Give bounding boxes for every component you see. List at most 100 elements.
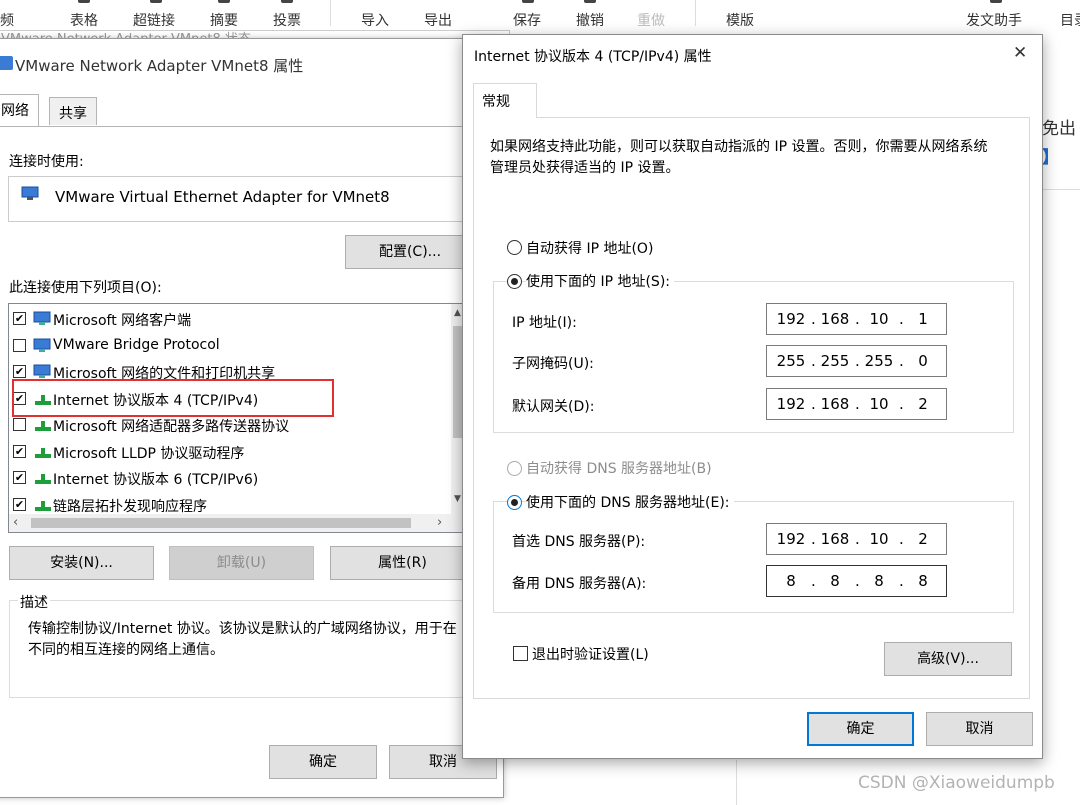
network-client-icon <box>33 338 51 352</box>
table-icon <box>78 0 90 3</box>
network-client-icon <box>33 311 51 325</box>
ip-octet[interactable]: 255 <box>771 346 811 376</box>
toolbar-item-undo[interactable]: 撤销 <box>576 10 604 30</box>
hscrollbar-thumb[interactable] <box>31 518 411 528</box>
tab-sharing[interactable]: 共享 <box>49 97 97 125</box>
ip-octet[interactable]: 255 <box>859 346 899 376</box>
ip-octet[interactable]: 192 <box>771 389 811 419</box>
toolbar-item-template[interactable]: 模版 <box>726 10 754 30</box>
ip-octet[interactable]: 8 <box>859 566 899 596</box>
preferred-dns-label: 首选 DNS 服务器(P): <box>512 534 646 550</box>
configure-button[interactable]: 配置(C)... <box>345 235 475 269</box>
subnet-mask-field[interactable]: 255. 255. 255. 0 <box>766 345 947 377</box>
toolbar-item-summary[interactable]: 摘要 <box>210 10 238 30</box>
ip-octet[interactable]: 1 <box>903 304 943 334</box>
protocol-icon <box>33 417 51 431</box>
ipv4-ok-button[interactable]: 确定 <box>807 712 914 746</box>
list-item[interactable]: ✔ Microsoft LLDP 协议驱动程序 <box>9 439 449 465</box>
toolbar-divider <box>330 0 331 26</box>
ip-octet[interactable]: 8 <box>903 566 943 596</box>
toolbar-item-redo[interactable]: 重做 <box>637 10 665 30</box>
horizontal-scrollbar[interactable]: ‹ › <box>9 514 465 532</box>
ip-address-field[interactable]: 192. 168. 10. 1 <box>766 303 947 335</box>
ip-octet[interactable]: 192 <box>771 304 811 334</box>
ip-octet[interactable]: 168 <box>815 389 855 419</box>
toolbar-item-toc[interactable]: 目录 <box>1060 10 1080 30</box>
ipv4-dialog-title: Internet 协议版本 4 (TCP/IPv4) 属性 <box>474 49 712 65</box>
editor-text-fragment: 免出 <box>1042 119 1076 139</box>
ip-octet[interactable]: 168 <box>815 304 855 334</box>
list-item[interactable]: ✔ Internet 协议版本 6 (TCP/IPv6) <box>9 465 449 491</box>
scroll-down-icon[interactable]: ▼ <box>454 494 461 504</box>
tab-network[interactable]: 网络 <box>0 94 39 126</box>
ip-octet[interactable]: 192 <box>771 524 811 554</box>
description-text: 传输控制协议/Internet 协议。该协议是默认的广域网络协议，用于在不同的相… <box>28 621 457 658</box>
scroll-right-icon[interactable]: › <box>437 515 442 530</box>
install-button[interactable]: 安装(N)... <box>9 546 154 580</box>
ipv4-properties-dialog: Internet 协议版本 4 (TCP/IPv4) 属性 ✕ 常规 如果网络支… <box>462 34 1043 759</box>
toolbar-divider <box>695 0 696 26</box>
toolbar-item-save[interactable]: 保存 <box>513 10 541 30</box>
ip-octet[interactable]: 10 <box>859 524 899 554</box>
item-label: Internet 协议版本 6 (TCP/IPv6) <box>53 472 259 488</box>
validate-checkbox[interactable] <box>513 646 528 661</box>
ip-address-label: IP 地址(I): <box>512 315 577 331</box>
adapter-name: VMware Virtual Ethernet Adapter for VMne… <box>55 188 390 206</box>
highlight-box <box>12 379 334 417</box>
list-item[interactable]: ✔ Microsoft 网络客户端 <box>9 306 449 332</box>
toolbar-item-assistant[interactable]: 发文助手 <box>966 10 1022 30</box>
ip-octet[interactable]: 2 <box>903 389 943 419</box>
ip-octet[interactable]: 2 <box>903 524 943 554</box>
scroll-up-icon[interactable]: ▲ <box>454 308 461 318</box>
protocol-icon <box>33 497 51 511</box>
ip-octet[interactable]: 168 <box>815 524 855 554</box>
assistant-icon <box>990 0 1002 3</box>
item-checkbox[interactable]: ✔ <box>13 365 26 378</box>
toolbar-item-export[interactable]: 导出 <box>424 10 452 30</box>
auto-ip-label: 自动获得 IP 地址(O) <box>526 241 654 257</box>
manual-ip-radio[interactable] <box>507 274 522 289</box>
preferred-dns-field[interactable]: 192. 168. 10. 2 <box>766 523 947 555</box>
top-toolbar: 频 表格 超链接 摘要 投票 导入 导出 保存 撤销 重做 模版 发文助手 目录 <box>0 0 1080 30</box>
ip-octet[interactable]: 8 <box>771 566 811 596</box>
item-properties-button[interactable]: 属性(R) <box>330 546 475 580</box>
tab-general[interactable]: 常规 <box>473 83 537 118</box>
ip-octet[interactable]: 10 <box>859 304 899 334</box>
toolbar-item-vote[interactable]: 投票 <box>273 10 301 30</box>
uninstall-button[interactable]: 卸载(U) <box>169 546 314 580</box>
item-checkbox[interactable] <box>13 338 26 352</box>
network-client-icon <box>33 364 51 378</box>
manual-dns-radio[interactable] <box>507 495 522 510</box>
item-checkbox[interactable]: ✔ <box>13 497 26 511</box>
ip-octet[interactable]: 255 <box>815 346 855 376</box>
ipv4-cancel-button[interactable]: 取消 <box>926 712 1033 746</box>
toolbar-item-table[interactable]: 表格 <box>70 10 98 30</box>
toolbar-item-import[interactable]: 导入 <box>361 10 389 30</box>
toolbar-item-video[interactable]: 频 <box>0 10 14 30</box>
ip-octet[interactable]: 8 <box>815 566 855 596</box>
item-checkbox[interactable]: ✔ <box>13 312 26 325</box>
scroll-left-icon[interactable]: ‹ <box>13 515 18 530</box>
alternate-dns-label: 备用 DNS 服务器(A): <box>512 576 647 592</box>
ok-button[interactable]: 确定 <box>269 745 377 779</box>
item-checkbox[interactable]: ✔ <box>13 471 26 484</box>
editor-right-panel: 免出 】 <box>1040 30 1080 190</box>
close-icon[interactable]: ✕ <box>1013 43 1027 63</box>
protocol-list[interactable]: ✔ Microsoft 网络客户端 VMware Bridge Protocol ✔ M… <box>8 303 466 533</box>
auto-ip-radio[interactable] <box>507 240 522 255</box>
toolbar-item-link[interactable]: 超链接 <box>133 10 175 30</box>
list-item[interactable]: VMware Bridge Protocol <box>9 333 449 359</box>
ip-octet[interactable]: 10 <box>859 389 899 419</box>
alternate-dns-field[interactable]: 8.8.8.8 <box>766 565 947 597</box>
ip-octet[interactable]: 0 <box>903 346 943 376</box>
advanced-button[interactable]: 高级(V)... <box>884 642 1012 676</box>
gateway-field[interactable]: 192. 168. 10. 2 <box>766 388 947 420</box>
description-title: 描述 <box>18 592 50 612</box>
summary-icon <box>218 0 230 3</box>
tab-strip: 网络 共享 <box>0 94 503 127</box>
item-checkbox[interactable]: ✔ <box>13 444 26 458</box>
protocol-icon <box>33 470 51 484</box>
item-checkbox[interactable] <box>13 418 26 431</box>
tab-general-label: 常规 <box>482 94 510 110</box>
auto-dns-radio[interactable] <box>507 461 522 476</box>
